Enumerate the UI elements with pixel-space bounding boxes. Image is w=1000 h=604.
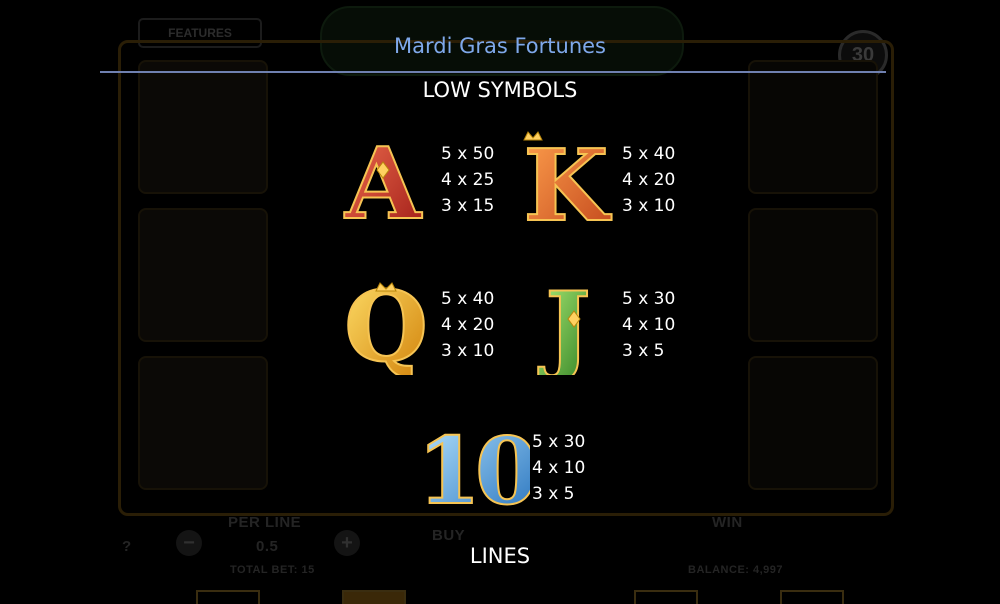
- reel-cell: [748, 208, 878, 342]
- pay-3: 3 x 15: [441, 196, 495, 216]
- pay-3: 3 x 10: [622, 196, 676, 216]
- pay-5: 5 x 40: [441, 289, 495, 309]
- pay-4: 4 x 10: [622, 315, 676, 335]
- svg-text:K: K: [523, 130, 612, 230]
- symbol-10-icon: 10: [420, 415, 530, 515]
- buy-label: BUY: [432, 527, 466, 544]
- low-symbols-heading: LOW SYMBOLS: [422, 78, 578, 102]
- pay-4: 4 x 10: [532, 458, 586, 478]
- symbol-q-paytable: 5 x 40 4 x 20 3 x 10: [441, 286, 521, 364]
- line-pattern: [780, 590, 844, 604]
- title-divider: [100, 71, 886, 73]
- symbol-k-paytable: 5 x 40 4 x 20 3 x 10: [622, 141, 702, 219]
- symbol-a-paytable: 5 x 50 4 x 25 3 x 15: [441, 141, 521, 219]
- lines-heading: LINES: [469, 544, 531, 568]
- reel-cell: [138, 356, 268, 490]
- svg-text:J: J: [537, 275, 590, 375]
- pay-4: 4 x 20: [441, 315, 495, 335]
- symbol-j-icon: J: [516, 275, 616, 375]
- pay-3: 3 x 5: [532, 484, 575, 504]
- pay-4: 4 x 20: [622, 170, 676, 190]
- line-pattern: [342, 590, 406, 604]
- per-line-label: PER LINE: [228, 514, 302, 531]
- line-pattern: [634, 590, 698, 604]
- svg-text:A: A: [344, 130, 423, 230]
- pay-5: 5 x 30: [532, 432, 586, 452]
- pay-5: 5 x 50: [441, 144, 495, 164]
- symbol-a-icon: A: [333, 130, 433, 230]
- win-label: WIN: [712, 514, 743, 531]
- line-pattern: [196, 590, 260, 604]
- symbol-10-paytable: 5 x 30 4 x 10 3 x 5: [532, 429, 612, 507]
- pay-5: 5 x 30: [622, 289, 676, 309]
- pay-4: 4 x 25: [441, 170, 495, 190]
- pay-3: 3 x 10: [441, 341, 495, 361]
- pay-5: 5 x 40: [622, 144, 676, 164]
- reel-cell: [138, 208, 268, 342]
- symbol-j-paytable: 5 x 30 4 x 10 3 x 5: [622, 286, 702, 364]
- reel-cell: [748, 356, 878, 490]
- game-title: Mardi Gras Fortunes: [393, 34, 606, 58]
- symbol-q-icon: Q: [336, 275, 436, 375]
- pay-3: 3 x 5: [622, 341, 665, 361]
- svg-text:10: 10: [420, 417, 530, 515]
- symbol-k-icon: K: [516, 130, 616, 230]
